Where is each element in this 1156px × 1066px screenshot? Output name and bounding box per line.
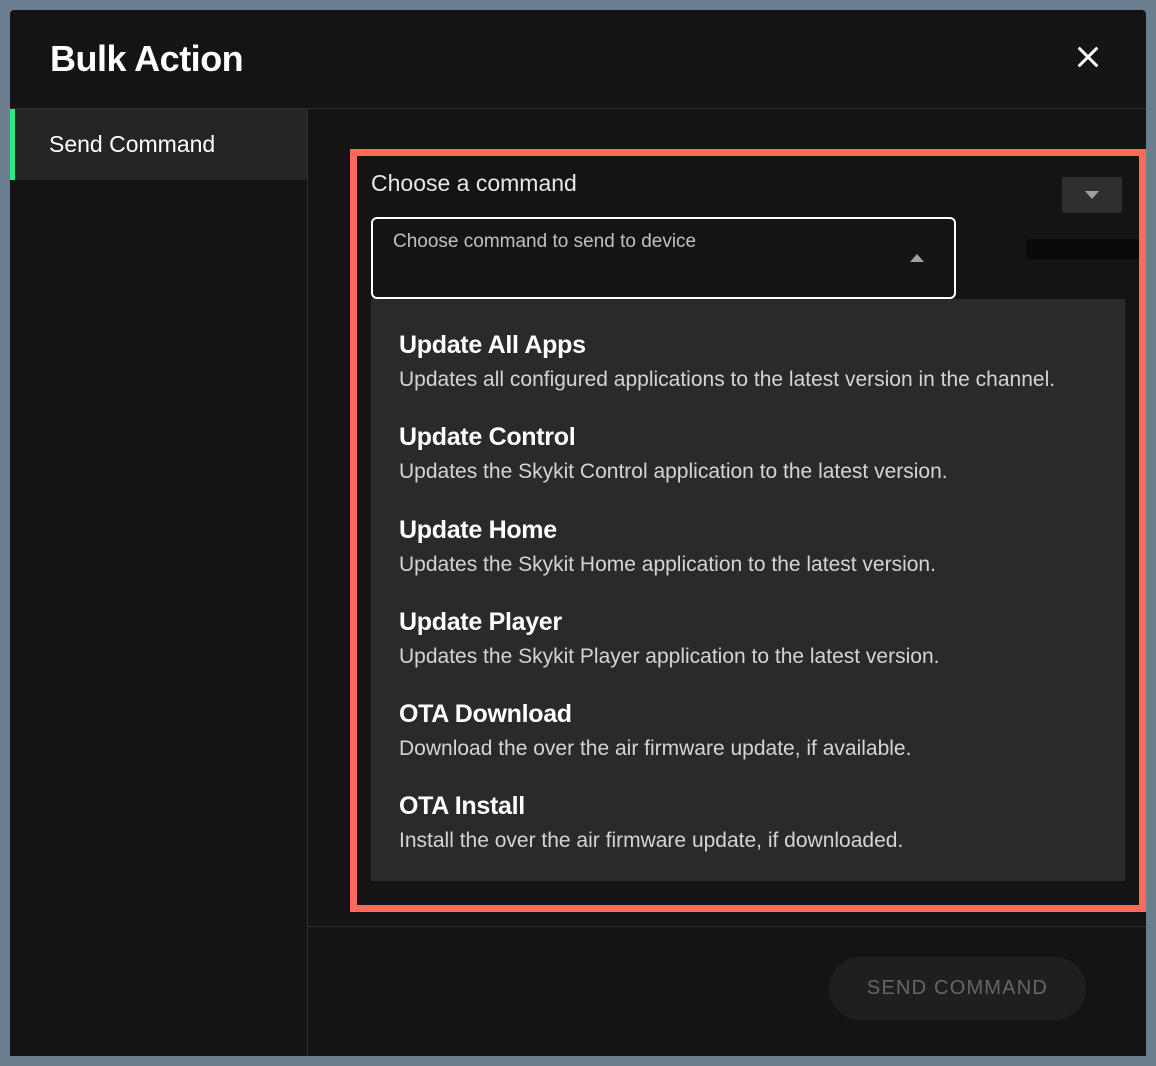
highlight-box: Choose a command Choose command to send … bbox=[350, 149, 1146, 912]
option-desc: Updates the Skykit Player application to… bbox=[399, 643, 1097, 670]
content-area: Choose a command Choose command to send … bbox=[308, 109, 1146, 1056]
option-ota-install[interactable]: OTA Install Install the over the air fir… bbox=[371, 780, 1125, 872]
command-select[interactable]: Choose command to send to device bbox=[371, 217, 956, 299]
option-title: OTA Download bbox=[399, 700, 1097, 729]
option-title: Update Player bbox=[399, 608, 1097, 637]
modal-body: Send Command Choose a command Choose com… bbox=[10, 109, 1146, 1056]
option-title: Update All Apps bbox=[399, 331, 1097, 360]
close-button[interactable] bbox=[1070, 39, 1106, 80]
option-ota-download[interactable]: OTA Download Download the over the air f… bbox=[371, 688, 1125, 780]
option-desc: Updates the Skykit Home application to t… bbox=[399, 551, 1097, 578]
option-desc: Updates all configured applications to t… bbox=[399, 366, 1097, 393]
command-label: Choose a command bbox=[371, 170, 1125, 197]
option-desc: Updates the Skykit Control application t… bbox=[399, 458, 1097, 485]
sidebar-item-send-command[interactable]: Send Command bbox=[10, 109, 307, 180]
command-dropdown-list: Update All Apps Updates all configured a… bbox=[371, 299, 1125, 881]
option-title: Update Control bbox=[399, 423, 1097, 452]
option-title: Update Home bbox=[399, 516, 1097, 545]
modal-title: Bulk Action bbox=[50, 38, 243, 80]
command-section: Choose a command Choose command to send … bbox=[371, 170, 1125, 881]
option-update-control[interactable]: Update Control Updates the Skykit Contro… bbox=[371, 411, 1125, 503]
bulk-action-modal: Bulk Action Send Command bbox=[10, 10, 1146, 1056]
option-desc: Download the over the air firmware updat… bbox=[399, 735, 1097, 762]
sidebar: Send Command bbox=[10, 109, 308, 1056]
option-title: OTA Install bbox=[399, 792, 1097, 821]
send-command-button[interactable]: SEND COMMAND bbox=[829, 957, 1086, 1020]
chevron-up-icon bbox=[910, 249, 924, 267]
option-update-player[interactable]: Update Player Updates the Skykit Player … bbox=[371, 596, 1125, 688]
select-placeholder: Choose command to send to device bbox=[393, 231, 696, 253]
option-update-home[interactable]: Update Home Updates the Skykit Home appl… bbox=[371, 504, 1125, 596]
sidebar-item-label: Send Command bbox=[49, 131, 215, 157]
modal-footer: SEND COMMAND bbox=[308, 926, 1146, 1056]
option-update-all-apps[interactable]: Update All Apps Updates all configured a… bbox=[371, 319, 1125, 411]
option-desc: Install the over the air firmware update… bbox=[399, 827, 1097, 854]
close-icon bbox=[1074, 42, 1102, 78]
modal-header: Bulk Action bbox=[10, 10, 1146, 109]
